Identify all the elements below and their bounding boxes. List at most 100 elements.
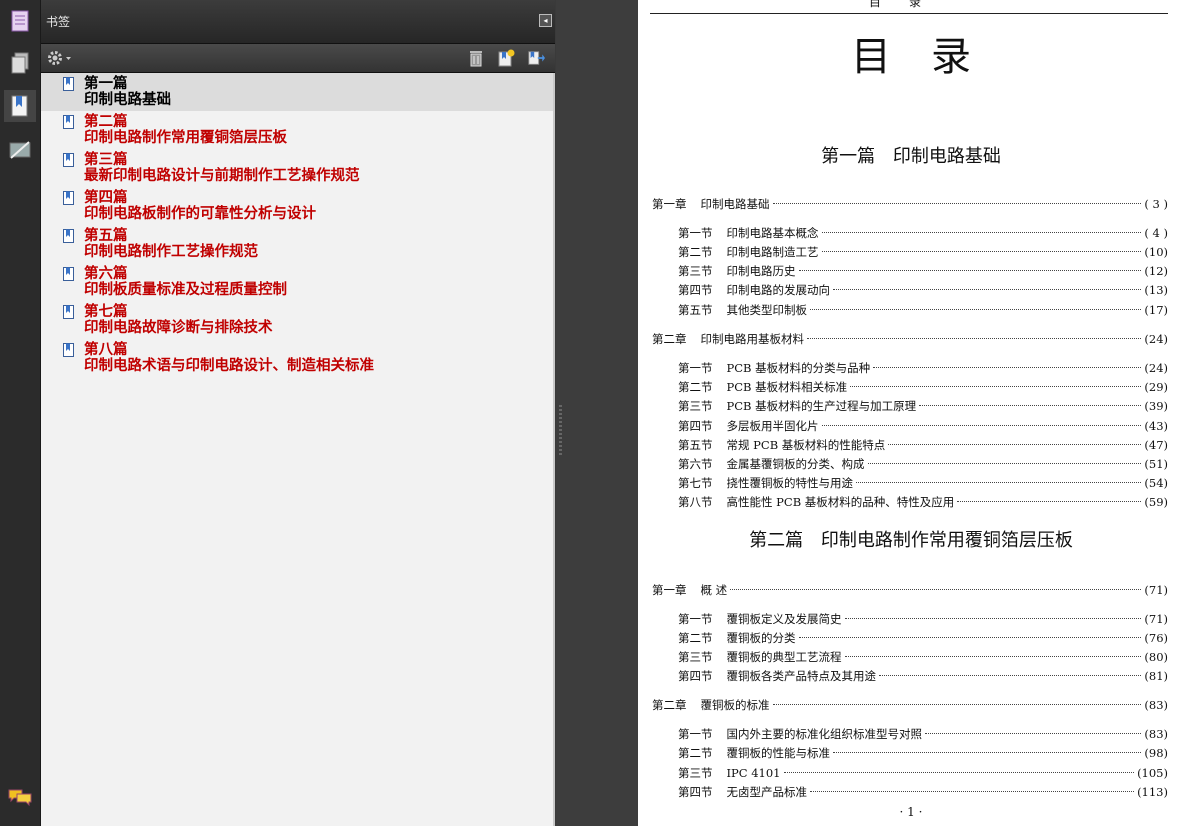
toc-entry-page: (39) — [1144, 399, 1168, 413]
toc-section-entry: 第三节 印制电路历史 (12) — [678, 263, 1168, 279]
delete-bookmark-icon[interactable] — [467, 49, 485, 67]
toc-entry-title: 其他类型印制板 — [726, 303, 808, 317]
toc-entry-label: 第五节 — [678, 438, 713, 452]
toc-entry-label: 第二章 — [652, 332, 687, 346]
toc-leader-dots — [821, 232, 1142, 233]
bookmark-item-part2[interactable]: 第二篇 印制电路制作常用覆铜箔层压板 — [41, 111, 553, 149]
toc-entry-page: (51) — [1144, 457, 1168, 471]
toc-leader-dots — [850, 386, 1142, 387]
toc-leader-dots — [730, 589, 1142, 590]
toc-entry-label: 第三节 — [678, 650, 713, 664]
toc-section-entry: 第二节 印制电路制造工艺 (10) — [678, 244, 1168, 260]
bookmark-item-part7[interactable]: 第七篇 印制电路故障诊断与排除技术 — [41, 301, 553, 339]
bookmark-item-part6[interactable]: 第六篇 印制板质量标准及过程质量控制 — [41, 263, 553, 301]
toc-entry-label: 第三节 — [678, 766, 713, 780]
running-head: 目录 — [868, 0, 949, 9]
bookmark-item-part4[interactable]: 第四篇 印制电路板制作的可靠性分析与设计 — [41, 187, 553, 225]
bookmark-list: 第一篇 印制电路基础 第二篇 印制电路制作常用覆铜箔层压板 第三篇 最新印制电路设计与… — [41, 73, 555, 826]
options-gear-icon[interactable] — [46, 49, 72, 67]
toc-entry-title: PCB 基板材料相关标准 — [726, 380, 848, 394]
bookmark-label: 第六篇 印制板质量标准及过程质量控制 — [84, 265, 287, 298]
toc-leader-dots — [844, 656, 1142, 657]
toc-entry-title: 印制电路的发展动向 — [726, 283, 831, 297]
toc-entry-label: 第一节 — [678, 226, 713, 240]
bookmark-icon — [63, 115, 74, 129]
toc-entry-label: 第六节 — [678, 457, 713, 471]
toc-leader-dots — [772, 704, 1142, 705]
toc-entry-label: 第四节 — [678, 669, 713, 683]
toc-entry-label: 第七节 — [678, 476, 713, 490]
toc-leader-dots — [807, 338, 1142, 339]
new-bookmark-icon[interactable] — [497, 49, 515, 67]
toc-leader-dots — [888, 444, 1142, 445]
toc-chapter-entry: 第一章 印制电路基础 ( 3 ) — [652, 196, 1168, 212]
toc-section-entry: 第二节 覆铜板的性能与标准 (98) — [678, 745, 1168, 761]
toc-section-entry: 第三节 覆铜板的典型工艺流程 (80) — [678, 649, 1168, 665]
toc-entry-page: (80) — [1144, 650, 1168, 664]
toc-entry-label: 第一节 — [678, 727, 713, 741]
page-number: · 1 · — [899, 805, 923, 819]
toc-entry-page: (113) — [1137, 785, 1168, 799]
page-thumbnails-icon[interactable] — [4, 5, 36, 37]
toc-entry-title: 印制电路基本概念 — [726, 226, 819, 240]
toc-entry-label: 第二节 — [678, 245, 713, 259]
bookmark-label: 第七篇 印制电路故障诊断与排除技术 — [84, 303, 273, 336]
header-rule — [650, 13, 1168, 14]
toc-entry-page: (12) — [1144, 264, 1168, 278]
bookmark-icon — [63, 305, 74, 319]
toc-entry-title: 覆铜板各类产品特点及其用途 — [726, 669, 877, 683]
bookmarks-toolbar — [41, 44, 555, 73]
bookmark-icon — [63, 153, 74, 167]
toc-section-entry: 第二节 覆铜板的分类 (76) — [678, 630, 1168, 646]
toc-entry-page: (83) — [1144, 698, 1168, 712]
part1-heading: 第一篇 印制电路基础 — [821, 146, 1001, 167]
comments-icon[interactable] — [4, 781, 36, 813]
bookmark-label: 第一篇 印制电路基础 — [84, 75, 171, 108]
toc-section-entry: 第一节 印制电路基本概念 ( 4 ) — [678, 225, 1168, 241]
toc-leader-dots — [833, 289, 1142, 290]
toc-entry-page: (59) — [1144, 495, 1168, 509]
toc-entry-label: 第四节 — [678, 283, 713, 297]
signatures-icon[interactable] — [4, 134, 36, 166]
viewer-background — [556, 0, 638, 826]
collapse-panel-button[interactable]: ◂ — [539, 14, 552, 27]
toc-section-entry: 第五节 常规 PCB 基板材料的性能特点 (47) — [678, 437, 1168, 453]
bookmark-item-part8[interactable]: 第八篇 印制电路术语与印制电路设计、制造相关标准 — [41, 339, 553, 377]
expand-bookmark-icon[interactable] — [527, 49, 545, 67]
bookmarks-icon[interactable] — [4, 90, 36, 122]
toc-entry-label: 第一章 — [652, 583, 687, 597]
toc-chapter-entry: 第一章概 述 (71) — [652, 582, 1168, 598]
panel-splitter-handle[interactable] — [559, 405, 562, 455]
toc-leader-dots — [867, 463, 1142, 464]
toc-entry-page: (29) — [1144, 380, 1168, 394]
toc-leader-dots — [957, 501, 1142, 502]
toc-section-entry: 第一节 PCB 基板材料的分类与品种 (24) — [678, 360, 1168, 376]
toc-entry-label: 第三节 — [678, 399, 713, 413]
bookmark-item-part5[interactable]: 第五篇 印制电路制作工艺操作规范 — [41, 225, 553, 263]
bookmark-item-part3[interactable]: 第三篇 最新印制电路设计与前期制作工艺操作规范 — [41, 149, 553, 187]
bookmark-label: 第二篇 印制电路制作常用覆铜箔层压板 — [84, 113, 287, 146]
toc-entry-page: ( 4 ) — [1144, 226, 1168, 240]
toc-section-entry: 第一节 国内外主要的标准化组织标准型号对照 (83) — [678, 726, 1168, 742]
bookmark-item-part1[interactable]: 第一篇 印制电路基础 — [41, 73, 553, 111]
bookmark-label: 第四篇 印制电路板制作的可靠性分析与设计 — [84, 189, 316, 222]
toc-leader-dots — [810, 309, 1142, 310]
toc-entry-label: 第一节 — [678, 361, 713, 375]
bookmark-label: 第五篇 印制电路制作工艺操作规范 — [84, 227, 258, 260]
toc-leader-dots — [772, 203, 1142, 204]
toc-entry-title: 印制电路用基板材料 — [700, 332, 805, 346]
navigation-rail — [0, 0, 41, 826]
toc-title: 目录 — [851, 34, 1011, 80]
pages-icon[interactable] — [4, 47, 36, 79]
toc-entry-page: (43) — [1144, 419, 1168, 433]
toc-entry-page: ( 3 ) — [1144, 197, 1168, 211]
toc-entry-title: 挠性覆铜板的特性与用途 — [726, 476, 854, 490]
toc-leader-dots — [833, 752, 1142, 753]
toc-leader-dots — [783, 772, 1135, 773]
toc-entry-title: 覆铜板的分类 — [726, 631, 796, 645]
document-page: 目录 目录 第一篇 印制电路基础 第二篇 印制电路制作常用覆铜箔层压板 第一章印… — [638, 0, 1184, 826]
bookmark-label: 第八篇 印制电路术语与印制电路设计、制造相关标准 — [84, 341, 374, 374]
toc-entry-label: 第二章 — [652, 698, 687, 712]
toc-entry-page: (81) — [1144, 669, 1168, 683]
toc-entry-title: 覆铜板的标准 — [700, 698, 770, 712]
